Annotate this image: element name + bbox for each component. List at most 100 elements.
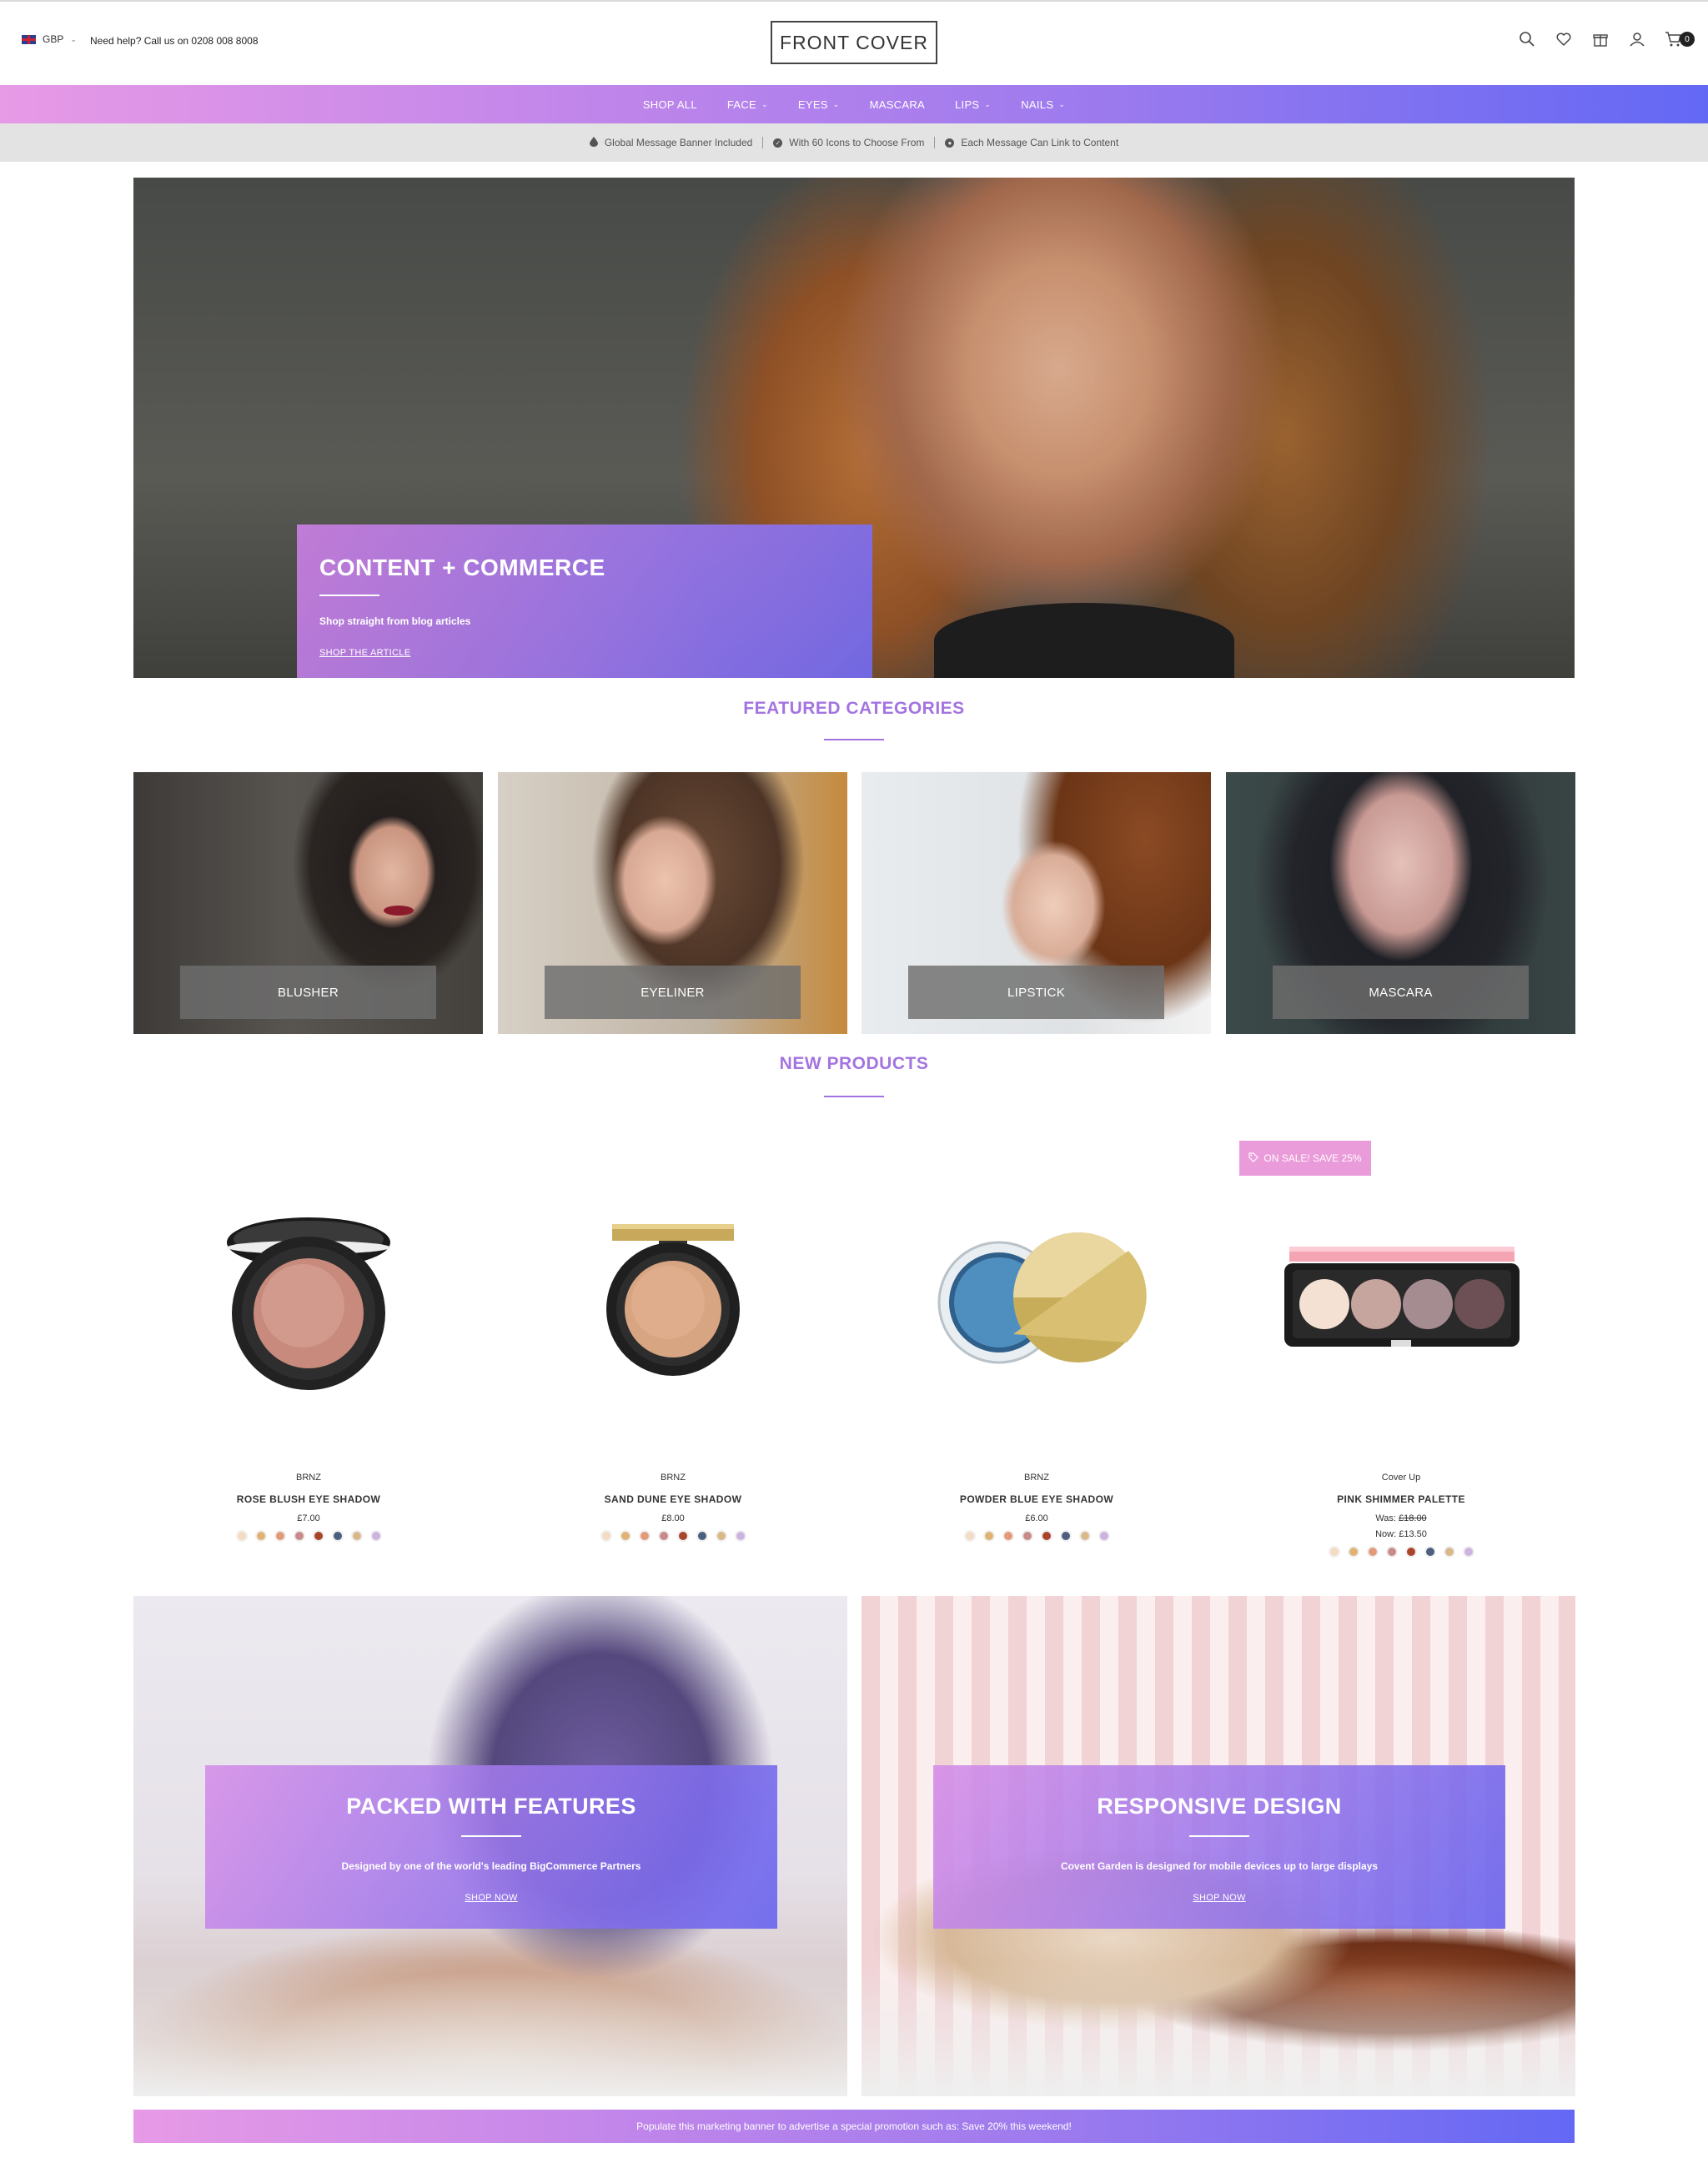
currency-label: GBP bbox=[43, 33, 64, 45]
nav-eyes[interactable]: EYES ⌄ bbox=[798, 98, 840, 111]
color-swatch[interactable] bbox=[676, 1530, 689, 1542]
color-swatch[interactable] bbox=[350, 1530, 363, 1542]
nav-mascara[interactable]: MASCARA bbox=[870, 98, 925, 111]
color-swatch[interactable] bbox=[1462, 1546, 1474, 1558]
product-image-sand-dune[interactable] bbox=[498, 1201, 848, 1401]
search-icon[interactable] bbox=[1518, 30, 1536, 48]
shop-article-link[interactable]: SHOP THE ARTICLE bbox=[319, 648, 410, 658]
product-image-powder-blue[interactable] bbox=[862, 1201, 1212, 1401]
color-swatch[interactable] bbox=[657, 1530, 670, 1542]
category-tile-blusher[interactable]: BLUSHER bbox=[133, 772, 483, 1034]
message-item[interactable]: ✓ With 60 Icons to Choose From bbox=[762, 137, 934, 148]
message-text: Global Message Banner Included bbox=[604, 137, 753, 148]
color-swatch[interactable] bbox=[638, 1530, 651, 1542]
product-name[interactable]: POWDER BLUE EYE SHADOW bbox=[862, 1493, 1212, 1505]
sale-badge: ON SALE! SAVE 25% bbox=[1239, 1141, 1371, 1176]
nav-label: FACE bbox=[726, 98, 757, 111]
banner-image-detail bbox=[133, 1963, 847, 2096]
color-swatches bbox=[1226, 1546, 1576, 1558]
product-image-rose-blush[interactable] bbox=[133, 1201, 484, 1401]
product-card: BRNZ ROSE BLUSH EYE SHADOW £7.00 bbox=[133, 1473, 484, 1542]
color-swatch[interactable] bbox=[274, 1530, 286, 1542]
color-swatch[interactable] bbox=[331, 1530, 344, 1542]
chevron-down-icon: ⌄ bbox=[984, 99, 992, 108]
color-swatch[interactable] bbox=[1366, 1546, 1379, 1558]
product-name[interactable]: SAND DUNE EYE SHADOW bbox=[498, 1493, 848, 1505]
category-label: EYELINER bbox=[545, 966, 801, 1019]
product-card: BRNZ SAND DUNE EYE SHADOW £8.00 bbox=[498, 1473, 848, 1542]
section-divider bbox=[824, 739, 884, 740]
product-brand: Cover Up bbox=[1381, 1473, 1421, 1483]
feature-banner-packed[interactable]: PACKED WITH FEATURES Designed by one of … bbox=[133, 1596, 847, 2096]
product-name[interactable]: ROSE BLUSH EYE SHADOW bbox=[133, 1493, 484, 1505]
color-swatch[interactable] bbox=[1424, 1546, 1436, 1558]
promo-banner[interactable]: Populate this marketing banner to advert… bbox=[133, 2110, 1575, 2143]
product-was-price: Was: £18.00 bbox=[1226, 1513, 1576, 1523]
chevron-down-icon: ⌄ bbox=[70, 34, 77, 43]
category-label: MASCARA bbox=[1273, 966, 1529, 1019]
nav-shop-all[interactable]: SHOP ALL bbox=[643, 98, 697, 111]
shop-now-link[interactable]: SHOP NOW bbox=[205, 1893, 777, 1903]
color-swatches bbox=[133, 1530, 484, 1542]
category-tile-lipstick[interactable]: LIPSTICK bbox=[862, 772, 1211, 1034]
color-swatch[interactable] bbox=[1059, 1530, 1072, 1542]
color-swatch[interactable] bbox=[734, 1530, 746, 1542]
color-swatch[interactable] bbox=[982, 1530, 995, 1542]
nav-label: SHOP ALL bbox=[642, 98, 697, 111]
color-swatch[interactable] bbox=[1040, 1530, 1052, 1542]
site-logo[interactable]: FRONT COVER bbox=[771, 21, 937, 64]
feature-caption: RESPONSIVE DESIGN Covent Garden is desig… bbox=[933, 1765, 1505, 1929]
feature-divider bbox=[461, 1835, 521, 1837]
color-swatches bbox=[498, 1530, 848, 1542]
message-item[interactable]: ● Each Message Can Link to Content bbox=[934, 137, 1128, 148]
nav-nails[interactable]: NAILS ⌄ bbox=[1021, 98, 1065, 111]
color-swatch[interactable] bbox=[1385, 1546, 1398, 1558]
color-swatch[interactable] bbox=[619, 1530, 631, 1542]
user-icon[interactable] bbox=[1628, 30, 1646, 48]
gift-icon[interactable] bbox=[1591, 30, 1610, 48]
color-swatch[interactable] bbox=[1443, 1546, 1455, 1558]
color-swatch[interactable] bbox=[1098, 1530, 1110, 1542]
color-swatch[interactable] bbox=[1404, 1546, 1417, 1558]
uk-flag-icon bbox=[22, 34, 36, 44]
cart-count-badge: 0 bbox=[1680, 32, 1695, 47]
color-swatch[interactable] bbox=[1002, 1530, 1014, 1542]
color-swatch[interactable] bbox=[312, 1530, 324, 1542]
nav-face[interactable]: FACE ⌄ bbox=[727, 98, 768, 111]
product-name[interactable]: PINK SHIMMER PALETTE bbox=[1226, 1493, 1576, 1505]
color-swatch[interactable] bbox=[1078, 1530, 1091, 1542]
color-swatch[interactable] bbox=[715, 1530, 727, 1542]
hero-image-detail bbox=[934, 603, 1234, 678]
new-products-title: NEW PRODUCTS bbox=[779, 1054, 929, 1073]
feature-banner-responsive[interactable]: RESPONSIVE DESIGN Covent Garden is desig… bbox=[862, 1596, 1575, 2096]
cart-icon[interactable]: 0 bbox=[1665, 30, 1695, 48]
color-swatch[interactable] bbox=[254, 1530, 267, 1542]
nav-label: MASCARA bbox=[869, 98, 925, 111]
help-line: Need help? Call us on 0208 008 8008 bbox=[90, 35, 259, 47]
category-tile-eyeliner[interactable]: EYELINER bbox=[498, 772, 847, 1034]
category-tile-mascara[interactable]: MASCARA bbox=[1226, 772, 1575, 1034]
category-label: BLUSHER bbox=[180, 966, 436, 1019]
nav-lips[interactable]: LIPS ⌄ bbox=[955, 98, 991, 111]
color-swatch[interactable] bbox=[1328, 1546, 1340, 1558]
color-swatch[interactable] bbox=[293, 1530, 305, 1542]
message-item[interactable]: Global Message Banner Included bbox=[580, 136, 762, 149]
product-image-pink-shimmer[interactable] bbox=[1226, 1201, 1576, 1401]
category-image-detail bbox=[384, 906, 414, 916]
hero-subtitle: Shop straight from blog articles bbox=[319, 615, 471, 627]
color-swatch[interactable] bbox=[1021, 1530, 1033, 1542]
shop-now-link[interactable]: SHOP NOW bbox=[933, 1893, 1505, 1903]
sale-badge-text: ON SALE! SAVE 25% bbox=[1263, 1152, 1362, 1164]
color-swatch[interactable] bbox=[696, 1530, 708, 1542]
color-swatch[interactable] bbox=[600, 1530, 612, 1542]
currency-selector[interactable]: GBP ⌄ bbox=[22, 33, 77, 45]
color-swatch[interactable] bbox=[235, 1530, 248, 1542]
color-swatch[interactable] bbox=[1347, 1546, 1359, 1558]
color-swatch[interactable] bbox=[963, 1530, 976, 1542]
heart-icon[interactable] bbox=[1555, 30, 1573, 48]
check-circle-icon: ✓ bbox=[773, 138, 783, 148]
color-swatch[interactable] bbox=[369, 1530, 382, 1542]
feature-title: RESPONSIVE DESIGN bbox=[1097, 1794, 1342, 1819]
header-icons: 0 bbox=[1518, 30, 1695, 48]
hero-banner[interactable]: CONTENT + COMMERCE Shop straight from bl… bbox=[133, 178, 1575, 678]
